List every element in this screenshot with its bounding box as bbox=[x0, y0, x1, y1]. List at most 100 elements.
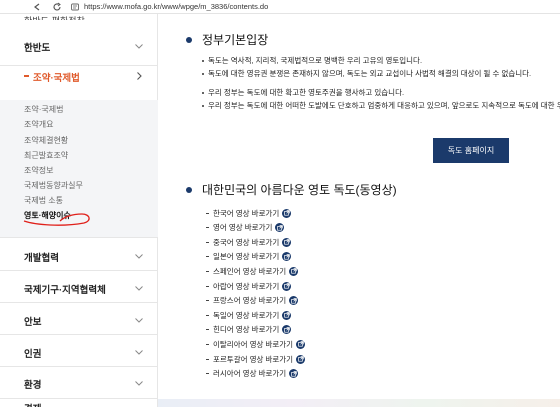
external-link-icon[interactable] bbox=[282, 252, 292, 262]
sidebar-item-label: 국제기구·지역협력체 bbox=[24, 285, 106, 296]
video-link[interactable]: 아랍어 영상 바로가기 bbox=[206, 280, 292, 292]
video-link-label[interactable]: 일본어 영상 바로가기 bbox=[213, 251, 279, 262]
video-link[interactable]: 영어 영상 바로가기 bbox=[206, 222, 285, 234]
sidebar-item-top-cut[interactable]: 한반도 평화정착 bbox=[24, 14, 85, 20]
active-marker bbox=[24, 75, 29, 77]
submenu-item-treaty-overview[interactable]: 조약개요 bbox=[24, 119, 53, 130]
list-dash bbox=[206, 329, 209, 331]
sidebar-item-environment[interactable]: 환경 bbox=[0, 367, 158, 399]
back-arrow-icon[interactable] bbox=[32, 2, 42, 12]
video-link[interactable]: 러시아어 영상 바로가기 bbox=[206, 368, 299, 380]
list-dash bbox=[206, 343, 209, 345]
external-link-icon[interactable] bbox=[282, 325, 292, 335]
list-dash bbox=[206, 373, 209, 375]
sidebar-item-security[interactable]: 안보 bbox=[0, 303, 158, 335]
bullet-dot-icon bbox=[202, 73, 204, 75]
url-field[interactable]: https://www.mofa.go.kr/www/wpge/m_3836/c… bbox=[84, 2, 268, 11]
submenu-item-treaty-law[interactable]: 조약·국제법 bbox=[24, 104, 63, 115]
video-link-label[interactable]: 힌디어 영상 바로가기 bbox=[213, 324, 279, 335]
video-link[interactable]: 프랑스어 영상 바로가기 bbox=[206, 295, 299, 307]
chevron-down-icon bbox=[135, 381, 143, 386]
video-link-label[interactable]: 이탈리아어 영상 바로가기 bbox=[213, 339, 293, 350]
video-link-label[interactable]: 러시아어 영상 바로가기 bbox=[213, 368, 286, 379]
sidebar-item-label: 경제 bbox=[24, 401, 41, 407]
sidebar-item-label: 한반도 bbox=[24, 43, 51, 54]
video-link[interactable]: 일본어 영상 바로가기 bbox=[206, 251, 292, 263]
submenu-item-intl-law-communication[interactable]: 국제법 소통 bbox=[24, 195, 63, 206]
bullet-dot-icon bbox=[202, 92, 204, 94]
chevron-down-icon bbox=[135, 254, 143, 259]
external-link-icon[interactable] bbox=[289, 266, 299, 276]
video-link[interactable]: 이탈리아어 영상 바로가기 bbox=[206, 338, 306, 350]
sidebar-item-human-rights[interactable]: 인권 bbox=[0, 335, 158, 367]
video-link-label[interactable]: 영어 영상 바로가기 bbox=[213, 222, 272, 233]
reload-icon[interactable] bbox=[52, 2, 62, 12]
sidebar-item-label: 환경 bbox=[24, 380, 42, 391]
treaty-submenu: 조약·국제법 조약개요 조약체결현황 최근발효조약 조약정보 국제법동향과실무 … bbox=[0, 100, 158, 238]
list-dash bbox=[206, 358, 209, 360]
chevron-down-icon bbox=[135, 318, 143, 323]
position-paragraph: 우리 정부는 독도에 대한 어떠한 도발에도 단호하고 엄중하게 대응하고 있으… bbox=[208, 101, 560, 110]
chevron-right-icon bbox=[137, 72, 142, 80]
position-paragraph: 독도에 대한 영유권 분쟁은 존재하지 않으며, 독도는 외교 교섭이나 사법적… bbox=[208, 69, 532, 78]
list-dash bbox=[206, 285, 209, 287]
external-link-icon[interactable] bbox=[289, 296, 299, 306]
external-link-icon[interactable] bbox=[282, 281, 292, 291]
external-link-icon[interactable] bbox=[289, 369, 299, 379]
submenu-item-treaty-status[interactable]: 조약체결현황 bbox=[24, 135, 68, 146]
sidebar-item-korean-peninsula[interactable]: 한반도 bbox=[0, 26, 158, 66]
sidebar-item-treaty-law[interactable]: 조약·국제법 bbox=[0, 66, 158, 100]
video-link[interactable]: 힌디어 영상 바로가기 bbox=[206, 324, 292, 336]
list-dash bbox=[206, 270, 209, 272]
section-bullet-icon bbox=[186, 187, 192, 193]
external-link-icon[interactable] bbox=[275, 223, 285, 233]
sidebar-item-economy[interactable]: 경제 bbox=[0, 399, 158, 407]
section-title-dokdo-video: 대한민국의 아름다운 영토 독도(동영상) bbox=[202, 183, 397, 197]
taskbar-strip bbox=[158, 399, 560, 407]
list-dash bbox=[206, 256, 209, 258]
list-dash bbox=[206, 241, 209, 243]
video-link-label[interactable]: 아랍어 영상 바로가기 bbox=[213, 281, 279, 292]
external-link-icon[interactable] bbox=[282, 237, 292, 247]
video-link[interactable]: 스페인어 영상 바로가기 bbox=[206, 265, 299, 277]
section-bullet-icon bbox=[186, 37, 192, 43]
sidebar-item-label: 안보 bbox=[24, 317, 42, 328]
position-paragraph: 독도는 역사적, 지리적, 국제법적으로 명백한 우리 고유의 영토입니다. bbox=[208, 56, 423, 65]
list-dash bbox=[206, 300, 209, 302]
video-link-label[interactable]: 한국어 영상 바로가기 bbox=[213, 208, 279, 219]
video-link-label[interactable]: 독일어 영상 바로가기 bbox=[213, 310, 279, 321]
list-dash bbox=[206, 314, 209, 316]
submenu-item-intl-law-trends[interactable]: 국제법동향과실무 bbox=[24, 180, 83, 191]
video-link[interactable]: 독일어 영상 바로가기 bbox=[206, 309, 292, 321]
video-link-label[interactable]: 중국어 영상 바로가기 bbox=[213, 237, 279, 248]
bullet-dot-icon bbox=[202, 60, 204, 62]
chevron-down-icon bbox=[135, 350, 143, 355]
video-link[interactable]: 포르투갈어 영상 바로가기 bbox=[206, 353, 306, 365]
video-link-label[interactable]: 스페인어 영상 바로가기 bbox=[213, 266, 286, 277]
video-link-label[interactable]: 프랑스어 영상 바로가기 bbox=[213, 295, 286, 306]
main-content: 정부기본입장 독도는 역사적, 지리적, 국제법적으로 명백한 우리 고유의 영… bbox=[158, 14, 560, 407]
chevron-down-icon bbox=[135, 286, 143, 291]
section-title-basic-position: 정부기본입장 bbox=[202, 33, 269, 47]
submenu-item-treaty-info[interactable]: 조약정보 bbox=[24, 165, 53, 176]
external-link-icon[interactable] bbox=[282, 310, 292, 320]
sidebar-item-label: 인권 bbox=[24, 349, 42, 360]
video-link[interactable]: 중국어 영상 바로가기 bbox=[206, 236, 292, 248]
red-annotation-scribble bbox=[23, 213, 90, 226]
external-link-icon[interactable] bbox=[282, 208, 292, 218]
list-dash bbox=[206, 212, 209, 214]
dokdo-homepage-button[interactable]: 독도 홈페이지 bbox=[433, 138, 509, 163]
site-info-icon[interactable] bbox=[70, 2, 80, 12]
sidebar-item-development[interactable]: 개발협력 bbox=[0, 238, 158, 271]
submenu-item-recent-treaties[interactable]: 최근발효조약 bbox=[24, 150, 68, 161]
chevron-down-icon bbox=[135, 44, 143, 49]
browser-address-bar: https://www.mofa.go.kr/www/wpge/m_3836/c… bbox=[0, 0, 560, 14]
external-link-icon[interactable] bbox=[296, 354, 306, 364]
sidebar-item-intl-org[interactable]: 국제기구·지역협력체 bbox=[0, 271, 158, 303]
video-link[interactable]: 한국어 영상 바로가기 bbox=[206, 207, 292, 219]
video-link-label[interactable]: 포르투갈어 영상 바로가기 bbox=[213, 354, 293, 365]
sidebar-item-label: 개발협력 bbox=[24, 253, 59, 264]
external-link-icon[interactable] bbox=[296, 339, 306, 349]
list-dash bbox=[206, 227, 209, 229]
bullet-dot-icon bbox=[202, 105, 204, 107]
